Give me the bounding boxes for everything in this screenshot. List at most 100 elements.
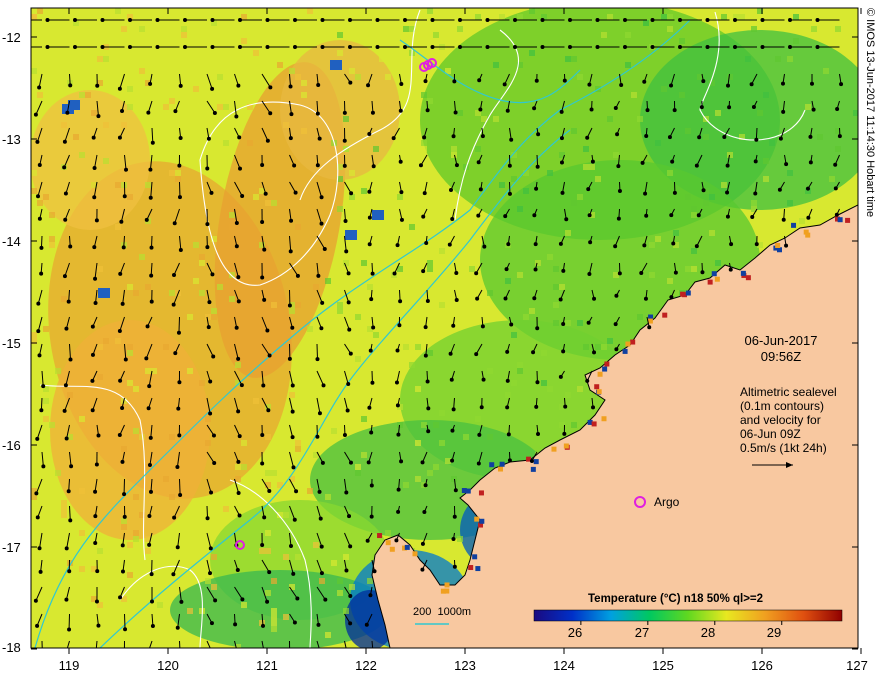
- velocity-arrowhead: [697, 135, 702, 140]
- velocity-arrowhead: [145, 324, 150, 329]
- velocity-arrowhead: [93, 514, 98, 519]
- velocity-arrowhead: [317, 136, 322, 141]
- sst-pixel: [355, 416, 361, 422]
- coastal-pixel: [803, 229, 809, 235]
- sst-pixel: [127, 86, 133, 92]
- sst-pixel: [205, 578, 211, 584]
- velocity-arrowhead: [68, 518, 73, 523]
- velocity-arrowhead: [568, 45, 572, 49]
- sst-pixel: [385, 74, 391, 80]
- velocity-arrowhead: [509, 322, 514, 327]
- coastal-pixel: [845, 217, 851, 223]
- velocity-arrowhead: [753, 191, 758, 196]
- velocity-arrowhead: [208, 546, 213, 551]
- sst-pixel: [583, 146, 589, 152]
- sst-pixel: [517, 362, 523, 368]
- sst-pixel: [715, 260, 721, 266]
- velocity-arrowhead: [476, 213, 481, 218]
- velocity-arrowhead: [614, 293, 619, 298]
- sst-pixel: [241, 602, 247, 608]
- velocity-arrowhead: [177, 433, 182, 438]
- velocity-arrowhead: [509, 137, 514, 142]
- sst-pixel: [565, 230, 571, 236]
- velocity-arrowhead: [342, 110, 347, 115]
- sst-pixel: [103, 338, 109, 344]
- coastal-pixel: [389, 546, 395, 552]
- velocity-arrowhead: [322, 246, 327, 251]
- velocity-arrowhead: [644, 134, 649, 139]
- velocity-arrowhead: [41, 651, 44, 654]
- velocity-arrowhead: [420, 567, 425, 572]
- sst-pixel: [487, 434, 493, 440]
- velocity-arrowhead: [535, 380, 540, 385]
- velocity-arrowhead: [206, 325, 211, 330]
- sst-pixel: [127, 542, 133, 548]
- sst-pixel: [775, 56, 781, 62]
- velocity-arrowhead: [449, 377, 454, 382]
- sst-pixel: [199, 260, 205, 266]
- velocity-arrowhead: [33, 112, 38, 117]
- velocity-arrowhead: [93, 540, 98, 545]
- velocity-arrowhead: [236, 459, 241, 464]
- sst-pixel: [211, 314, 217, 320]
- velocity-arrowhead: [179, 650, 182, 653]
- coastal-pixel: [602, 366, 608, 372]
- velocity-arrowhead: [617, 188, 622, 193]
- velocity-arrowhead: [319, 544, 324, 549]
- sst-pixel: [637, 116, 643, 122]
- velocity-arrowhead: [19, 19, 22, 22]
- velocity-arrowhead: [172, 515, 177, 520]
- velocity-arrowhead: [613, 244, 618, 249]
- velocity-arrowhead: [476, 461, 481, 466]
- velocity-arrowhead: [123, 627, 128, 632]
- velocity-arrowhead: [148, 489, 153, 494]
- velocity-arrowhead: [561, 349, 566, 354]
- sst-pixel: [205, 416, 211, 422]
- velocity-arrowhead: [171, 572, 176, 577]
- coastal-pixel: [601, 416, 607, 422]
- velocity-arrowhead: [613, 322, 618, 327]
- velocity-arrowhead: [236, 83, 241, 88]
- sst-pixel: [85, 92, 91, 98]
- sst-pixel: [517, 206, 523, 212]
- sst-pixel: [811, 26, 817, 32]
- sst-pixel: [805, 104, 811, 110]
- velocity-arrowhead: [92, 245, 97, 250]
- velocity-arrowhead: [396, 487, 401, 492]
- velocity-arrowhead: [450, 216, 455, 221]
- velocity-arrowhead: [183, 45, 187, 49]
- altimetry-note: Altimetric sealevel (0.1m contours) and …: [740, 385, 837, 455]
- velocity-arrowhead: [178, 136, 183, 141]
- velocity-arrowhead: [367, 405, 372, 410]
- sst-pixel: [427, 98, 433, 104]
- velocity-arrowhead: [288, 136, 293, 141]
- sst-pixel: [313, 542, 319, 548]
- velocity-arrowhead: [418, 163, 423, 168]
- velocity-arrowhead: [120, 301, 125, 306]
- sst-pixel: [265, 530, 271, 536]
- velocity-arrowhead: [316, 622, 321, 627]
- velocity-arrowhead: [289, 112, 294, 117]
- velocity-arrowhead: [422, 135, 427, 140]
- velocity-arrowhead: [63, 217, 68, 222]
- sst-pixel: [355, 464, 361, 470]
- sst-pixel: [229, 296, 235, 302]
- sst-pixel: [247, 140, 253, 146]
- coastal-pixel: [530, 466, 536, 472]
- velocity-arrowhead: [781, 109, 786, 114]
- velocity-arrowhead: [532, 213, 537, 218]
- velocity-arrowhead: [319, 195, 324, 200]
- sst-pixel: [547, 386, 553, 392]
- sst-pixel: [607, 14, 613, 20]
- velocity-arrowhead: [236, 275, 241, 280]
- sst-pixel: [325, 632, 331, 638]
- velocity-arrowhead: [94, 599, 99, 604]
- sst-pixel: [169, 170, 175, 176]
- sst-pixel: [372, 210, 384, 220]
- sst-pixel: [415, 230, 421, 236]
- velocity-arrowhead: [144, 356, 149, 361]
- sst-pixel: [271, 200, 277, 206]
- sst-pixel: [139, 26, 145, 32]
- sst-pixel: [475, 416, 481, 422]
- velocity-arrowhead: [64, 436, 69, 441]
